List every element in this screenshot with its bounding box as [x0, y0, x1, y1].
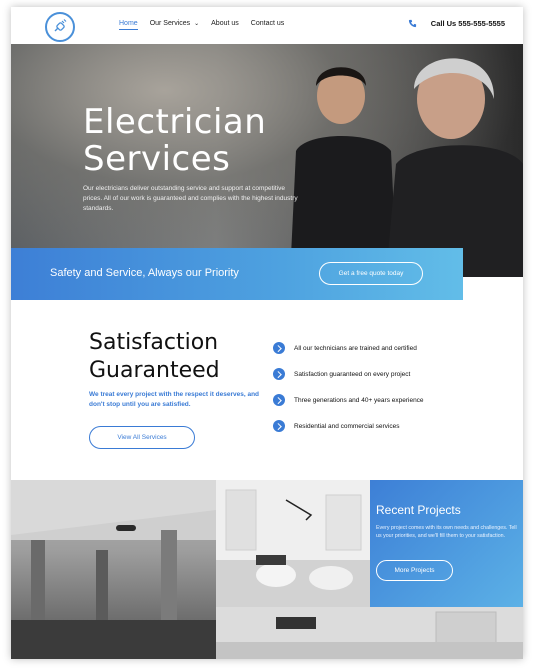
view-all-services-button[interactable]: View All Services — [89, 426, 195, 449]
features-list: All our technicians are trained and cert… — [273, 335, 424, 439]
logo-plug-icon[interactable] — [45, 12, 75, 42]
nav-contact-us[interactable]: Contact us — [251, 20, 284, 30]
satisfaction-subtitle: We treat every project with the respect … — [89, 391, 260, 408]
chevron-down-icon: ⌄ — [194, 21, 200, 27]
hero-title-line2: Services — [83, 139, 231, 179]
lounge-image — [216, 480, 370, 607]
hero-title: Electrician Services — [83, 104, 266, 178]
chevron-right-circle-icon — [273, 394, 285, 406]
recent-projects-title: Recent Projects — [376, 503, 461, 517]
phone-icon — [408, 19, 416, 28]
feature-item: All our technicians are trained and cert… — [273, 335, 424, 361]
project-photo-lounge[interactable] — [216, 480, 370, 607]
feature-item: Satisfaction guaranteed on every project — [273, 361, 424, 387]
projects-gallery: Recent Projects Every project comes with… — [11, 480, 523, 659]
priority-banner: Safety and Service, Always our Priority … — [11, 248, 463, 300]
phone-number: Call Us 555-555-5555 — [430, 19, 505, 28]
nav-about-us[interactable]: About us — [211, 20, 239, 30]
free-quote-button[interactable]: Get a free quote today — [319, 262, 423, 285]
main-nav: Home Our Services ⌄ About us Contact us — [119, 20, 284, 30]
project-photo-corridor[interactable] — [11, 480, 216, 659]
feature-label: Three generations and 40+ years experien… — [294, 396, 424, 404]
feature-item: Residential and commercial services — [273, 413, 424, 439]
more-projects-button[interactable]: More Projects — [376, 560, 453, 581]
recent-projects-panel: Recent Projects Every project comes with… — [370, 480, 523, 607]
hero-description: Our electricians deliver outstanding ser… — [83, 185, 298, 212]
feature-label: All our technicians are trained and cert… — [294, 344, 417, 352]
feature-item: Three generations and 40+ years experien… — [273, 387, 424, 413]
hero-title-line1: Electrician — [83, 102, 267, 142]
chevron-right-circle-icon — [273, 420, 285, 432]
feature-label: Satisfaction guaranteed on every project — [294, 370, 411, 378]
site-header: Home Our Services ⌄ About us Contact us … — [11, 7, 523, 44]
hero-person-senior-electrician — [386, 58, 523, 277]
satisfaction-title-line2: Guaranteed — [89, 358, 220, 383]
banner-text: Safety and Service, Always our Priority — [50, 267, 239, 279]
hero-section: Electrician Services Our electricians de… — [11, 44, 523, 277]
project-photo-interior[interactable] — [216, 607, 523, 659]
satisfaction-title-line1: Satisfaction — [89, 330, 219, 355]
nav-our-services[interactable]: Our Services ⌄ — [150, 20, 199, 30]
feature-label: Residential and commercial services — [294, 422, 400, 430]
satisfaction-title: Satisfaction Guaranteed — [89, 329, 220, 385]
chevron-right-circle-icon — [273, 342, 285, 354]
chevron-right-circle-icon — [273, 368, 285, 380]
nav-our-services-label: Our Services — [149, 20, 191, 27]
phone-contact[interactable]: Call Us 555-555-5555 — [408, 19, 505, 28]
recent-projects-text: Every project comes with its own needs a… — [376, 525, 517, 539]
interior-image — [216, 607, 523, 659]
plug-icon — [54, 19, 67, 32]
corridor-image — [11, 480, 216, 659]
nav-home[interactable]: Home — [119, 20, 138, 30]
page-frame: Home Our Services ⌄ About us Contact us … — [11, 7, 523, 659]
